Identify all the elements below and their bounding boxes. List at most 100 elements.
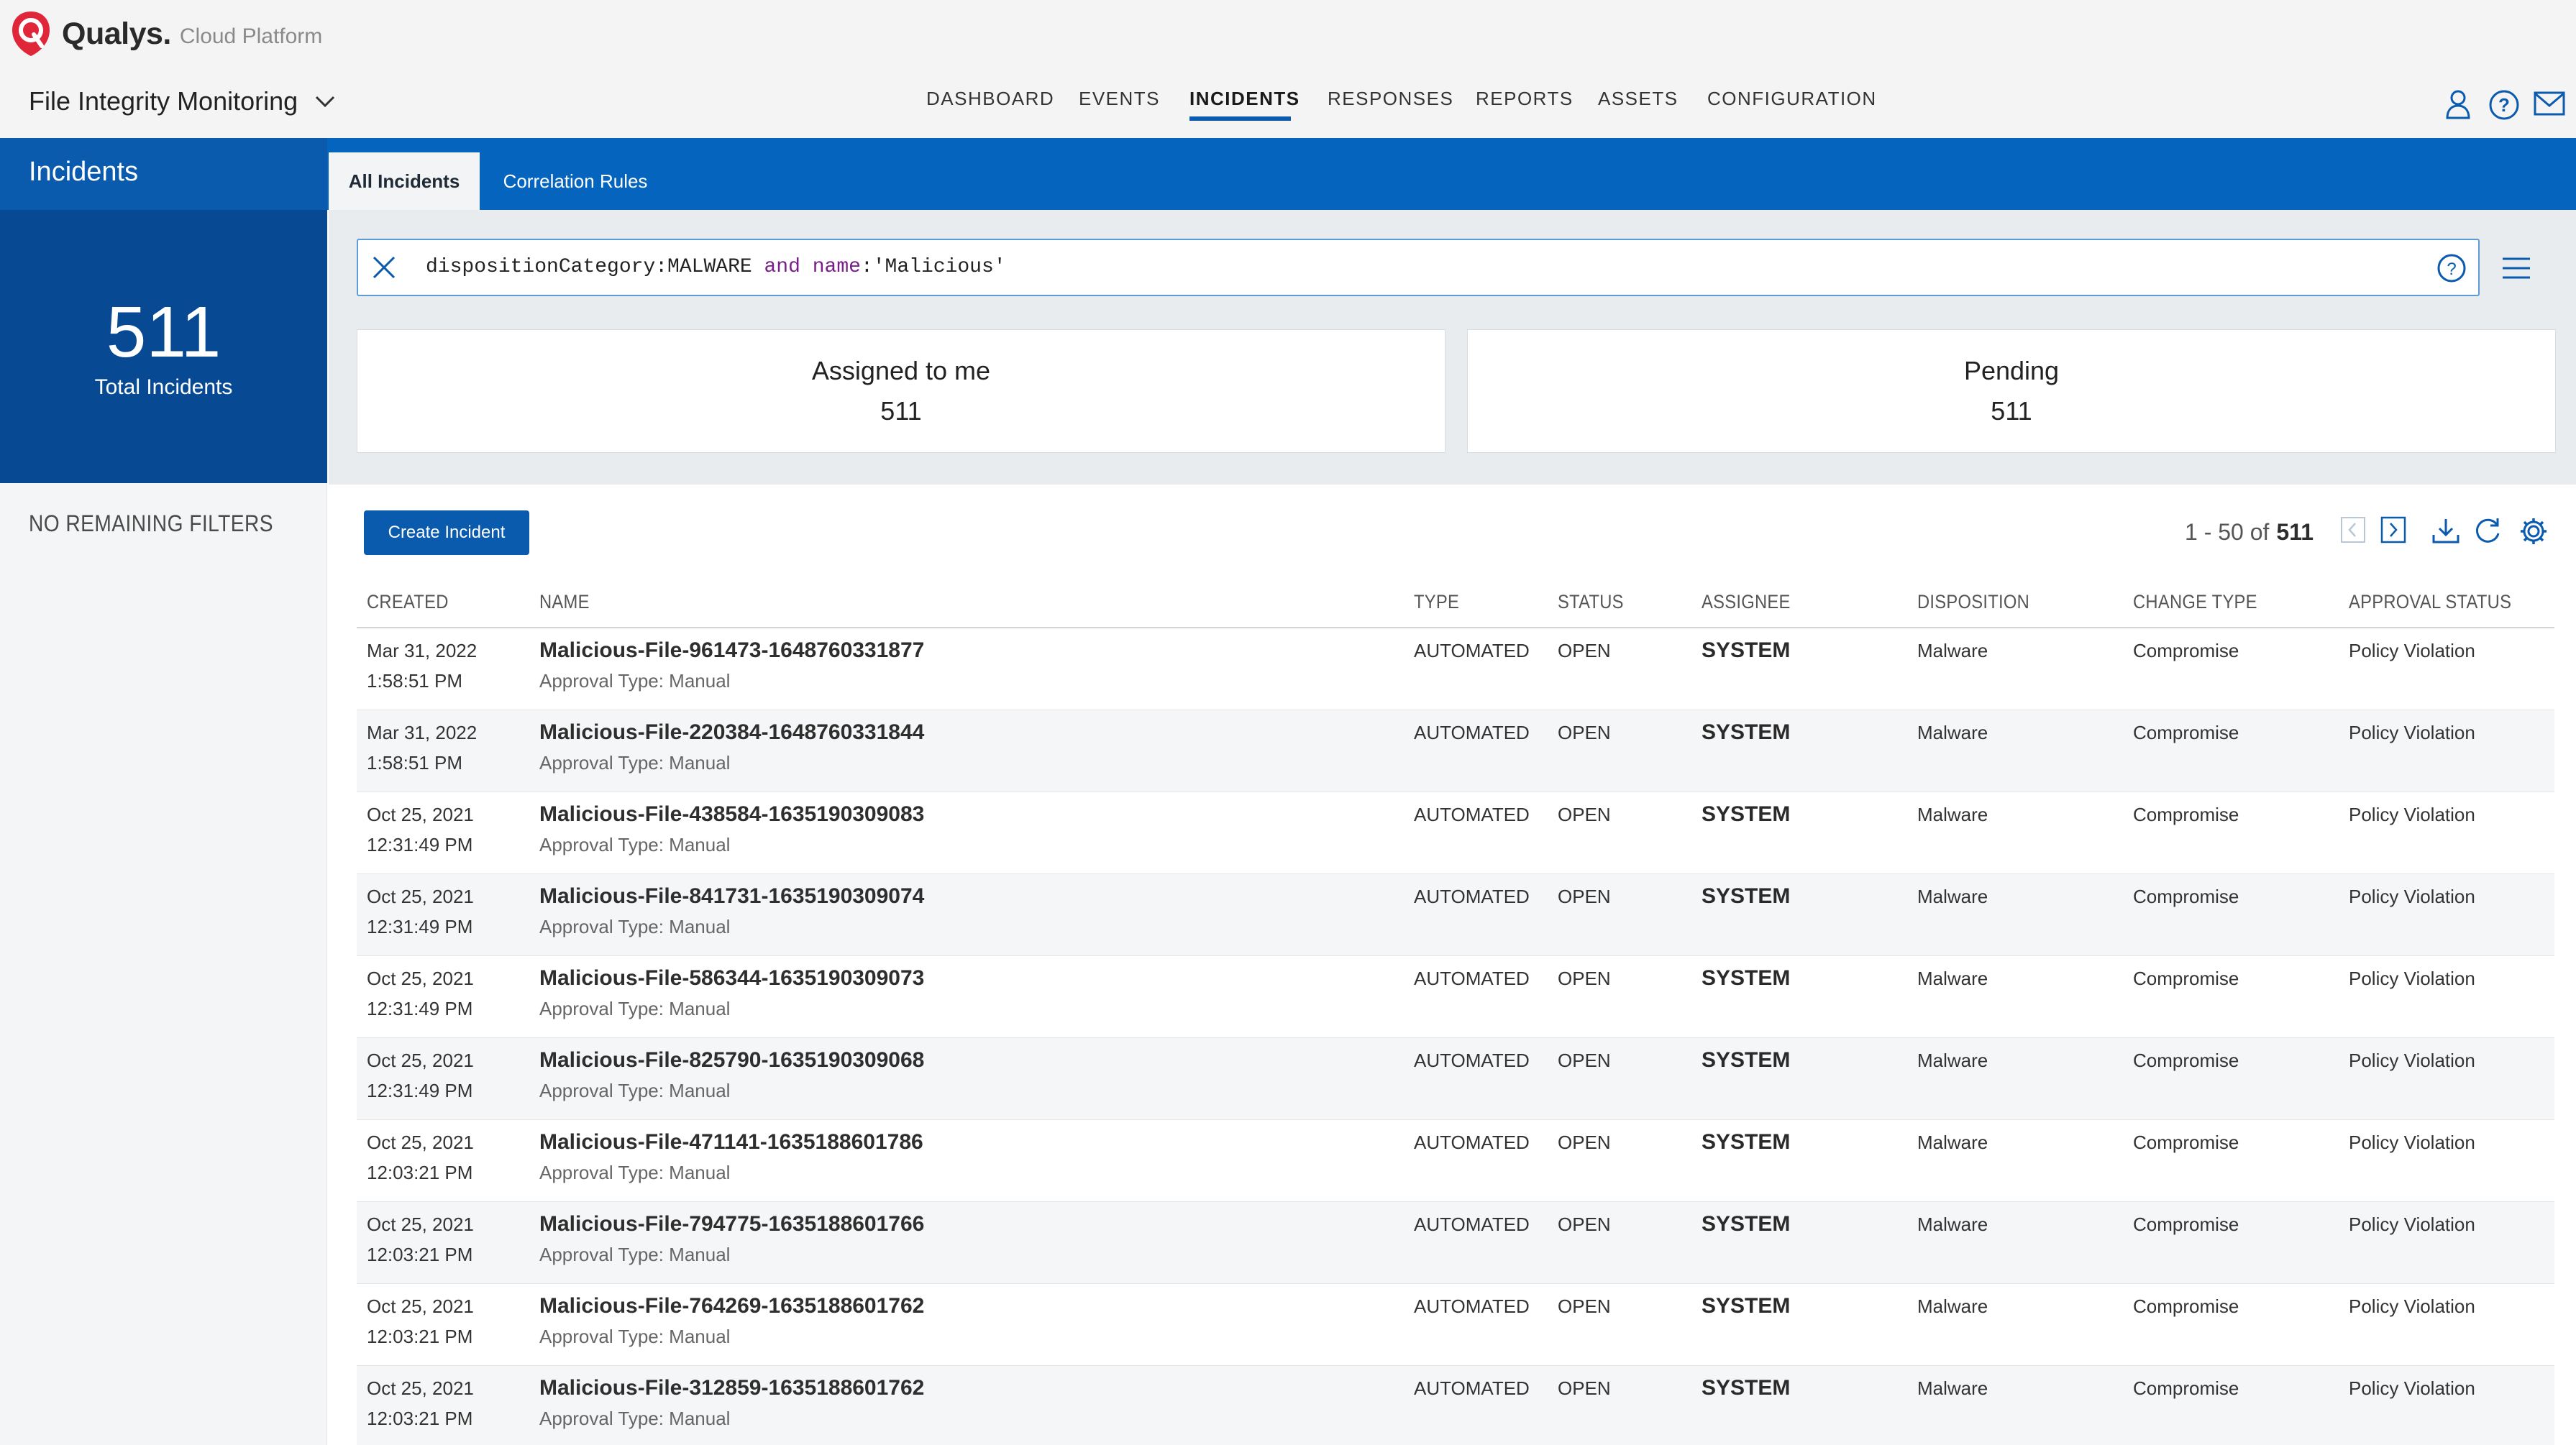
search-help-icon[interactable]: ? bbox=[2436, 253, 2467, 283]
col-status[interactable]: STATUS bbox=[1558, 591, 1624, 613]
col-type[interactable]: TYPE bbox=[1414, 591, 1459, 613]
approval-type: Approval Type: Manual bbox=[539, 1244, 731, 1265]
pagination-range: 1 - 50 of bbox=[2185, 519, 2270, 545]
query-field: dispositionCategory:MALWARE bbox=[426, 256, 764, 278]
created-time: 12:31:49 PM bbox=[367, 1080, 473, 1101]
nav-reports[interactable]: REPORTS bbox=[1476, 88, 1574, 110]
col-approval-status[interactable]: APPROVAL STATUS bbox=[2349, 591, 2511, 613]
incident-name-link[interactable]: Malicious-File-794775-1635188601766 bbox=[539, 1212, 924, 1237]
incident-name-link[interactable]: Malicious-File-841731-1635190309074 bbox=[539, 884, 924, 909]
incident-change-type: Compromise bbox=[2133, 1050, 2239, 1071]
incident-change-type: Compromise bbox=[2133, 1132, 2239, 1153]
card-value: 511 bbox=[1991, 396, 2032, 426]
incident-approval-status: Policy Violation bbox=[2349, 886, 2475, 907]
incident-type: AUTOMATED bbox=[1414, 640, 1530, 661]
incident-status: OPEN bbox=[1558, 1295, 1611, 1317]
incident-approval-status: Policy Violation bbox=[2349, 1214, 2475, 1235]
approval-type: Approval Type: Manual bbox=[539, 1162, 731, 1183]
table-row[interactable]: Oct 25, 2021 12:03:21 PM Malicious-File-79… bbox=[357, 1202, 2554, 1284]
incident-type: AUTOMATED bbox=[1414, 1214, 1530, 1235]
col-change-type[interactable]: CHANGE TYPE bbox=[2133, 591, 2257, 613]
approval-type: Approval Type: Manual bbox=[539, 916, 731, 937]
table-row[interactable]: Oct 25, 2021 12:03:21 PM Malicious-File-47… bbox=[357, 1120, 2554, 1202]
incident-change-type: Compromise bbox=[2133, 804, 2239, 825]
next-page-icon[interactable] bbox=[2380, 516, 2406, 543]
incident-change-type: Compromise bbox=[2133, 640, 2239, 661]
incident-name-link[interactable]: Malicious-File-471141-1635188601786 bbox=[539, 1130, 923, 1155]
incident-name-link[interactable]: Malicious-File-438584-1635190309083 bbox=[539, 802, 924, 827]
nav-dashboard[interactable]: DASHBOARD bbox=[926, 88, 1054, 110]
table-header: CREATED NAME TYPE STATUS ASSIGNEE DISPOS… bbox=[357, 584, 2554, 628]
table-row[interactable]: Oct 25, 2021 12:31:49 PM Malicious-File-58… bbox=[357, 956, 2554, 1038]
created-time: 12:03:21 PM bbox=[367, 1326, 473, 1347]
incident-name-link[interactable]: Malicious-File-312859-1635188601762 bbox=[539, 1376, 924, 1400]
hamburger-menu-icon[interactable] bbox=[2501, 256, 2531, 280]
clear-search-icon[interactable] bbox=[371, 254, 397, 280]
incident-disposition: Malware bbox=[1917, 1295, 1988, 1317]
download-icon[interactable] bbox=[2431, 516, 2461, 545]
svg-text:?: ? bbox=[2447, 260, 2456, 279]
table-row[interactable]: Mar 31, 2022 1:58:51 PM Malicious-File-961… bbox=[357, 628, 2554, 710]
search-input[interactable]: dispositionCategory:MALWARE and name:'Ma… bbox=[357, 239, 2480, 296]
qualys-logo[interactable]: Qualys. Cloud Platform bbox=[10, 10, 322, 58]
total-incidents-count: 511 bbox=[106, 292, 221, 372]
created-time: 12:31:49 PM bbox=[367, 998, 473, 1019]
query-value: :'Malicious' bbox=[860, 256, 1006, 278]
col-disposition[interactable]: DISPOSITION bbox=[1917, 591, 2029, 613]
col-created[interactable]: CREATED bbox=[367, 591, 449, 613]
col-assignee[interactable]: ASSIGNEE bbox=[1702, 591, 1791, 613]
table-row[interactable]: Oct 25, 2021 12:31:49 PM Malicious-File-82… bbox=[357, 1038, 2554, 1120]
prev-page-icon[interactable] bbox=[2340, 516, 2366, 543]
settings-gear-icon[interactable] bbox=[2518, 516, 2549, 546]
tab-correlation-rules[interactable]: Correlation Rules bbox=[496, 152, 654, 210]
col-name[interactable]: NAME bbox=[539, 591, 590, 613]
created-date: Mar 31, 2022 bbox=[367, 640, 478, 661]
incident-type: AUTOMATED bbox=[1414, 1050, 1530, 1071]
user-icon[interactable] bbox=[2445, 89, 2471, 119]
incident-type: AUTOMATED bbox=[1414, 722, 1530, 743]
create-incident-button[interactable]: Create Incident bbox=[364, 510, 529, 555]
section-title: Incidents bbox=[29, 157, 139, 187]
tab-all-incidents[interactable]: All Incidents bbox=[329, 152, 480, 210]
incident-approval-status: Policy Violation bbox=[2349, 640, 2475, 661]
nav-events[interactable]: EVENTS bbox=[1079, 88, 1160, 110]
incident-name-link[interactable]: Malicious-File-961473-1648760331877 bbox=[539, 638, 924, 663]
pending-card[interactable]: Pending 511 bbox=[1467, 329, 2556, 453]
search-query[interactable]: dispositionCategory:MALWARE and name:'Ma… bbox=[426, 256, 1006, 278]
incident-assignee: SYSTEM bbox=[1702, 1212, 1791, 1236]
approval-type: Approval Type: Manual bbox=[539, 998, 731, 1019]
incident-approval-status: Policy Violation bbox=[2349, 1132, 2475, 1153]
table-row[interactable]: Oct 25, 2021 12:03:21 PM Malicious-File-76… bbox=[357, 1284, 2554, 1366]
table-row[interactable]: Oct 25, 2021 12:03:21 PM Malicious-File-31… bbox=[357, 1366, 2554, 1445]
nav-incidents[interactable]: INCIDENTS bbox=[1189, 88, 1300, 110]
incident-type: AUTOMATED bbox=[1414, 1377, 1530, 1399]
help-icon[interactable]: ? bbox=[2488, 89, 2520, 121]
incident-name-link[interactable]: Malicious-File-764269-1635188601762 bbox=[539, 1294, 924, 1318]
refresh-icon[interactable] bbox=[2474, 516, 2503, 545]
incident-name-link[interactable]: Malicious-File-825790-1635190309068 bbox=[539, 1048, 924, 1073]
created-time: 12:31:49 PM bbox=[367, 916, 473, 937]
incident-name-link[interactable]: Malicious-File-220384-1648760331844 bbox=[539, 720, 924, 745]
created-date: Oct 25, 2021 bbox=[367, 1214, 474, 1235]
table-row[interactable]: Oct 25, 2021 12:31:49 PM Malicious-File-43… bbox=[357, 792, 2554, 874]
query-space bbox=[800, 256, 813, 278]
incident-disposition: Malware bbox=[1917, 1050, 1988, 1071]
nav-assets[interactable]: ASSETS bbox=[1598, 88, 1678, 110]
assigned-to-me-card[interactable]: Assigned to me 511 bbox=[357, 329, 1445, 453]
incident-change-type: Compromise bbox=[2133, 1295, 2239, 1317]
incident-change-type: Compromise bbox=[2133, 1214, 2239, 1235]
incident-name-link[interactable]: Malicious-File-586344-1635190309073 bbox=[539, 966, 924, 991]
table-row[interactable]: Oct 25, 2021 12:31:49 PM Malicious-File-84… bbox=[357, 874, 2554, 956]
incident-disposition: Malware bbox=[1917, 1132, 1988, 1153]
incident-assignee: SYSTEM bbox=[1702, 1294, 1791, 1318]
incident-status: OPEN bbox=[1558, 1050, 1611, 1071]
mail-icon[interactable] bbox=[2533, 89, 2566, 118]
incident-disposition: Malware bbox=[1917, 804, 1988, 825]
incident-type: AUTOMATED bbox=[1414, 804, 1530, 825]
incident-status: OPEN bbox=[1558, 1214, 1611, 1235]
created-time: 1:58:51 PM bbox=[367, 670, 462, 692]
table-row[interactable]: Mar 31, 2022 1:58:51 PM Malicious-File-220… bbox=[357, 710, 2554, 792]
nav-configuration[interactable]: CONFIGURATION bbox=[1707, 88, 1877, 110]
created-date: Oct 25, 2021 bbox=[367, 968, 474, 989]
nav-responses[interactable]: RESPONSES bbox=[1328, 88, 1453, 110]
